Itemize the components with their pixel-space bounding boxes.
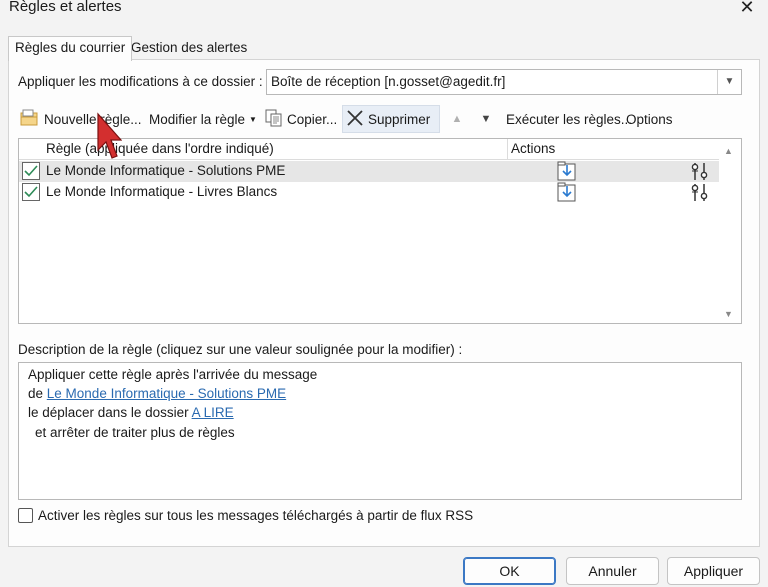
options-label: Options xyxy=(626,111,673,127)
rule-row[interactable]: Le Monde Informatique - Livres Blancs xyxy=(19,182,719,203)
dropdown-caret-icon: ▼ xyxy=(249,114,257,124)
title-bar: Règles et alertes ✕ xyxy=(0,0,768,22)
description-line: le déplacer dans le dossier A LIRE xyxy=(28,405,234,420)
new-rule-button[interactable]: Nouvelle règle... xyxy=(20,105,142,133)
rules-list[interactable]: Règle (appliquée dans l'ordre indiqué) A… xyxy=(18,138,742,324)
apply-button[interactable]: Appliquer xyxy=(667,557,760,585)
run-rules-label: Exécuter les règles... xyxy=(506,111,633,127)
modify-rule-button[interactable]: Modifier la règle ▼ xyxy=(149,105,257,133)
delete-x-icon xyxy=(346,109,364,130)
rule-description-box: Appliquer cette règle après l'arrivée du… xyxy=(18,362,742,500)
rule-options-icon[interactable] xyxy=(691,182,709,206)
chevron-down-icon[interactable]: ▼ xyxy=(717,70,741,94)
new-rule-icon xyxy=(20,109,40,130)
rule-enabled-checkbox[interactable] xyxy=(22,162,40,180)
description-line: de Le Monde Informatique - Solutions PME xyxy=(28,386,286,401)
rules-list-scrollbar[interactable]: ▲ ▼ xyxy=(719,139,741,323)
description-text: de xyxy=(28,386,47,401)
tab-manage-alerts[interactable]: Gestion des alertes xyxy=(125,38,253,60)
move-up-arrow-icon[interactable]: ▲ xyxy=(447,105,467,133)
description-text: le déplacer dans le dossier xyxy=(28,405,192,420)
folder-select-value: Boîte de réception [n.gosset@agedit.fr] xyxy=(271,74,506,89)
description-line: Appliquer cette règle après l'arrivée du… xyxy=(28,367,318,382)
delete-button[interactable]: Supprimer xyxy=(342,105,440,133)
folder-link[interactable]: A LIRE xyxy=(192,405,234,420)
scroll-down-icon[interactable]: ▼ xyxy=(724,309,733,319)
mouse-cursor-icon xyxy=(96,112,123,167)
sender-link[interactable]: Le Monde Informatique - Solutions PME xyxy=(47,386,286,401)
close-icon[interactable]: ✕ xyxy=(736,0,758,19)
copy-icon xyxy=(265,109,283,130)
description-line: et arrêter de traiter plus de règles xyxy=(35,425,235,440)
ok-button[interactable]: OK xyxy=(463,557,556,585)
rss-checkbox[interactable] xyxy=(18,508,33,523)
rule-name: Le Monde Informatique - Solutions PME xyxy=(46,163,286,178)
column-header-rule[interactable]: Règle (appliquée dans l'ordre indiqué) xyxy=(46,141,274,156)
rss-checkbox-label: Activer les règles sur tous les messages… xyxy=(38,508,474,523)
rss-rules-option[interactable]: Activer les règles sur tous les messages… xyxy=(18,508,473,523)
options-button[interactable]: Options xyxy=(626,105,673,133)
checkmark-icon xyxy=(24,165,38,177)
column-header-actions[interactable]: Actions xyxy=(511,141,555,156)
move-down-arrow-icon[interactable]: ▼ xyxy=(476,105,496,133)
folder-select[interactable]: Boîte de réception [n.gosset@agedit.fr] … xyxy=(266,69,742,95)
description-label: Description de la règle (cliquez sur une… xyxy=(18,342,463,357)
cancel-button[interactable]: Annuler xyxy=(566,557,659,585)
checkmark-icon xyxy=(24,186,38,198)
scroll-up-icon[interactable]: ▲ xyxy=(724,146,733,156)
modify-rule-label: Modifier la règle xyxy=(149,111,246,127)
rule-row[interactable]: Le Monde Informatique - Solutions PME xyxy=(19,161,719,182)
rules-list-header: Règle (appliquée dans l'ordre indiqué) A… xyxy=(19,139,719,160)
run-rules-button[interactable]: Exécuter les règles... xyxy=(506,105,632,133)
new-rule-label: Nouvelle règle... xyxy=(44,111,142,127)
folder-label: Appliquer les modifications à ce dossier… xyxy=(18,74,263,89)
copy-button[interactable]: Copier... xyxy=(265,105,337,133)
rule-enabled-checkbox[interactable] xyxy=(22,183,40,201)
rule-name: Le Monde Informatique - Livres Blancs xyxy=(46,184,278,199)
delete-label: Supprimer xyxy=(368,111,431,127)
column-divider[interactable] xyxy=(507,139,508,160)
rules-toolbar: Nouvelle règle... Modifier la règle ▼ Co… xyxy=(18,105,748,133)
copy-label: Copier... xyxy=(287,111,338,127)
window-title: Règles et alertes xyxy=(9,0,122,15)
tab-mail-rules[interactable]: Règles du courrier xyxy=(8,36,133,61)
move-to-folder-icon xyxy=(556,182,578,206)
